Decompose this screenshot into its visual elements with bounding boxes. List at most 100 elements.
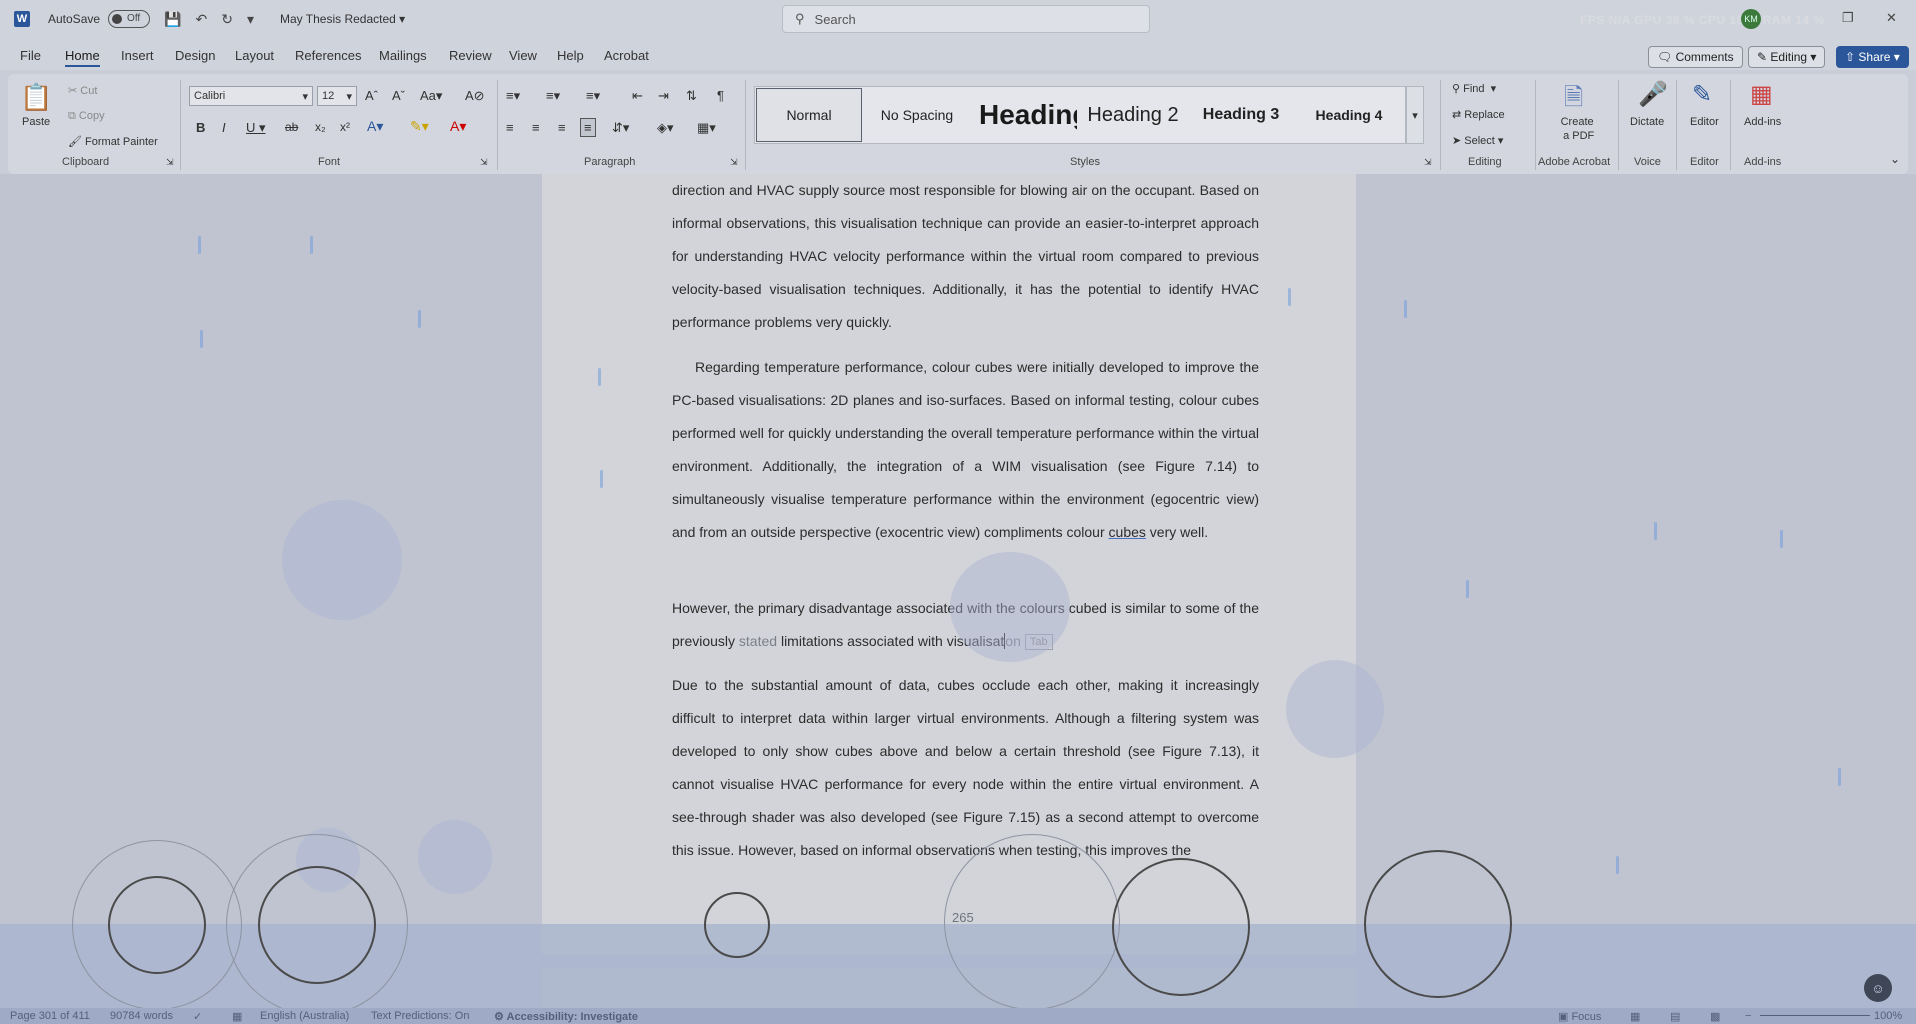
- tab-home[interactable]: Home: [65, 48, 100, 67]
- tab-layout[interactable]: Layout: [235, 48, 274, 63]
- styles-more-icon[interactable]: ▾: [1406, 86, 1424, 144]
- style-normal[interactable]: Normal: [756, 88, 862, 142]
- tab-review[interactable]: Review: [449, 48, 492, 63]
- dictate-button[interactable]: Dictate: [1630, 116, 1664, 128]
- style-heading-2[interactable]: Heading 2: [1081, 87, 1185, 143]
- italic-icon[interactable]: I: [222, 120, 226, 135]
- decrease-indent-icon[interactable]: ⇤: [632, 88, 643, 104]
- change-case-icon[interactable]: Aa▾: [420, 88, 442, 104]
- word-count[interactable]: 90784 words: [110, 1010, 173, 1022]
- justify-icon[interactable]: ≡: [580, 118, 596, 137]
- font-color-icon[interactable]: A▾: [450, 118, 466, 135]
- customize-toolbar-icon[interactable]: ▾: [247, 11, 254, 28]
- shading-icon[interactable]: ◈▾: [657, 120, 674, 136]
- grow-font-icon[interactable]: Aˆ: [365, 88, 378, 103]
- print-layout-icon[interactable]: ▤: [1670, 1010, 1680, 1023]
- multilevel-list-icon[interactable]: ≡▾: [586, 88, 600, 104]
- clipboard-launcher-icon[interactable]: ⇲: [166, 157, 174, 168]
- align-right-icon[interactable]: ≡: [558, 120, 566, 135]
- font-family-select[interactable]: Calibri ▾: [189, 86, 313, 106]
- addins-button[interactable]: Add-ins: [1744, 116, 1781, 128]
- editor-button[interactable]: Editor: [1690, 116, 1719, 128]
- tab-acrobat[interactable]: Acrobat: [604, 48, 649, 63]
- zoom-slider[interactable]: [1760, 1015, 1870, 1016]
- subscript-icon[interactable]: x₂: [315, 120, 326, 134]
- macro-icon[interactable]: ▦: [232, 1010, 242, 1023]
- increase-indent-icon[interactable]: ⇥: [658, 88, 669, 104]
- format-painter-button[interactable]: 🖌 Format Painter: [68, 135, 158, 148]
- font-size-select[interactable]: 12 ▾: [317, 86, 357, 106]
- style-heading-4[interactable]: Heading 4: [1297, 87, 1401, 143]
- microphone-icon[interactable]: 🎤: [1638, 80, 1668, 109]
- style-heading-1[interactable]: Heading: [973, 87, 1077, 143]
- language[interactable]: English (Australia): [260, 1010, 349, 1022]
- editing-mode-button[interactable]: ✎ Editing ▾: [1748, 46, 1826, 68]
- paste-button[interactable]: Paste: [22, 116, 50, 128]
- assistant-chat-icon[interactable]: ☺: [1864, 974, 1892, 1002]
- paragraph-launcher-icon[interactable]: ⇲: [730, 157, 738, 168]
- strikethrough-icon[interactable]: ab: [285, 120, 298, 134]
- page-count[interactable]: Page 301 of 411: [10, 1010, 90, 1022]
- select-button[interactable]: ➤ Select ▾: [1452, 134, 1503, 147]
- highlight-icon[interactable]: ✎▾: [410, 118, 429, 135]
- bullets-icon[interactable]: ≡▾: [506, 88, 520, 104]
- borders-icon[interactable]: ▦▾: [697, 120, 716, 136]
- tab-insert[interactable]: Insert: [121, 48, 154, 63]
- undo-icon[interactable]: ↶: [195, 11, 207, 28]
- tab-mailings[interactable]: Mailings: [379, 48, 427, 63]
- proofing-icon[interactable]: ✓: [193, 1010, 202, 1023]
- tab-help[interactable]: Help: [557, 48, 584, 63]
- replace-button[interactable]: ⇄ Replace: [1452, 108, 1505, 121]
- show-paragraph-marks-icon[interactable]: ¶: [717, 88, 724, 103]
- align-center-icon[interactable]: ≡: [532, 120, 540, 135]
- save-icon[interactable]: 💾: [164, 11, 181, 28]
- focus-mode[interactable]: ▣ Focus: [1558, 1010, 1601, 1023]
- sort-icon[interactable]: ⇅: [686, 88, 697, 104]
- tab-references[interactable]: References: [295, 48, 361, 63]
- web-layout-icon[interactable]: ▩: [1710, 1010, 1720, 1023]
- addins-icon[interactable]: ▦: [1750, 80, 1773, 109]
- font-group-label: Font: [318, 156, 341, 168]
- share-button[interactable]: ⇧ Share ▾: [1836, 46, 1909, 68]
- read-mode-icon[interactable]: ▦: [1630, 1010, 1640, 1023]
- styles-launcher-icon[interactable]: ⇲: [1424, 157, 1432, 168]
- search-input[interactable]: ⚲ Search: [782, 5, 1150, 33]
- close-icon[interactable]: ✕: [1886, 10, 1897, 26]
- paste-icon[interactable]: 📋: [20, 82, 52, 113]
- align-left-icon[interactable]: ≡: [506, 120, 514, 135]
- copy-button[interactable]: ⧉ Copy: [68, 110, 105, 123]
- create-pdf-button[interactable]: Create a PDF: [1560, 115, 1595, 143]
- spelling-flag[interactable]: cubes: [1109, 524, 1146, 540]
- superscript-icon[interactable]: x²: [340, 120, 350, 134]
- clear-formatting-icon[interactable]: A⊘: [465, 88, 485, 104]
- style-no-spacing[interactable]: No Spacing: [865, 87, 969, 143]
- underline-icon[interactable]: U ▾: [246, 120, 266, 136]
- autosave-toggle[interactable]: Off: [108, 10, 151, 28]
- bold-icon[interactable]: B: [196, 120, 205, 135]
- accessibility-checker[interactable]: ⚙ Accessibility: Investigate: [494, 1010, 638, 1023]
- editor-icon[interactable]: ✎: [1692, 80, 1712, 109]
- find-button[interactable]: ⚲ Find ▾: [1452, 82, 1496, 95]
- collapse-ribbon-icon[interactable]: ⌄: [1890, 152, 1900, 166]
- redo-icon[interactable]: ↻: [221, 11, 233, 28]
- text-predictions[interactable]: Text Predictions: On: [371, 1010, 469, 1022]
- text-effects-icon[interactable]: A▾: [367, 118, 383, 135]
- restore-icon[interactable]: ❐: [1842, 10, 1854, 26]
- font-launcher-icon[interactable]: ⇲: [480, 157, 488, 168]
- zoom-level[interactable]: 100%: [1874, 1010, 1902, 1022]
- numbering-icon[interactable]: ≡▾: [546, 88, 560, 104]
- paragraph-2[interactable]: Regarding temperature performance, colou…: [672, 351, 1259, 549]
- line-spacing-icon[interactable]: ⇵▾: [612, 120, 629, 136]
- style-heading-3[interactable]: Heading 3: [1189, 87, 1293, 143]
- zoom-out-icon[interactable]: −: [1745, 1010, 1751, 1022]
- paragraph-1[interactable]: direction and HVAC supply source most re…: [672, 174, 1259, 339]
- cut-button[interactable]: ✂ Cut: [68, 84, 97, 97]
- tab-view[interactable]: View: [509, 48, 537, 63]
- avatar[interactable]: KM: [1741, 9, 1761, 29]
- comments-button[interactable]: 🗨 Comments: [1648, 46, 1743, 68]
- tab-file[interactable]: File: [20, 48, 41, 63]
- document-title[interactable]: May Thesis Redacted ▾: [280, 12, 405, 26]
- shrink-font-icon[interactable]: Aˇ: [392, 88, 405, 103]
- tab-design[interactable]: Design: [175, 48, 215, 63]
- paragraph-4[interactable]: Due to the substantial amount of data, c…: [672, 669, 1259, 867]
